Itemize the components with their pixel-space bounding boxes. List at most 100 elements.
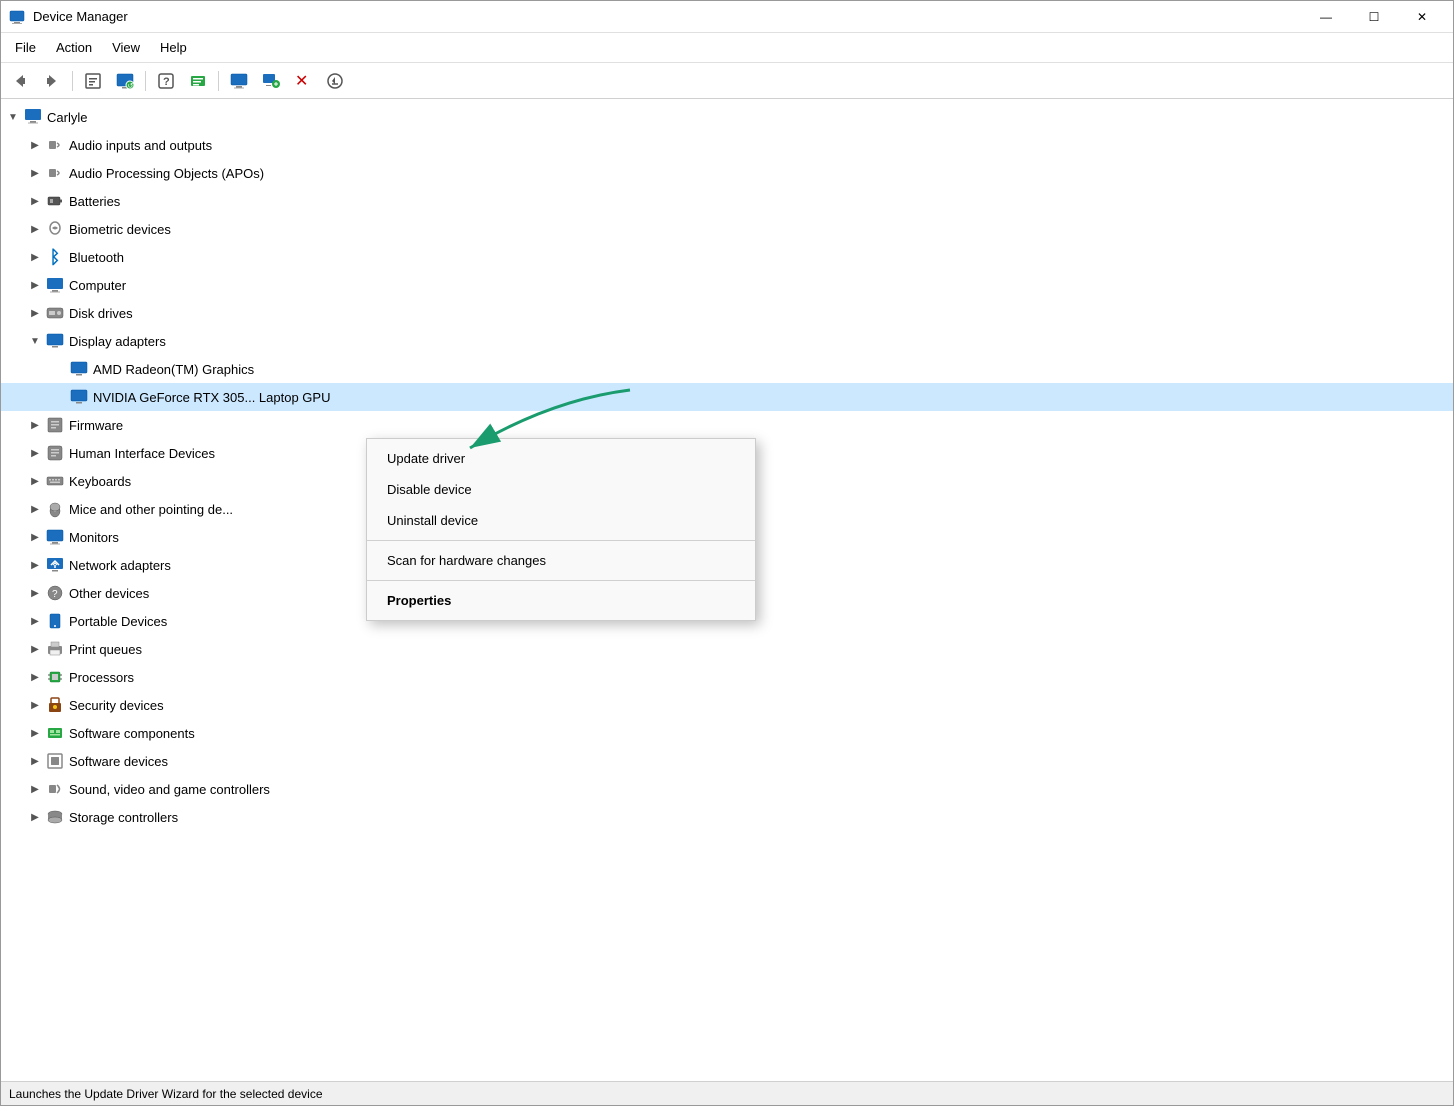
toolbar-remove-device-button[interactable]: ✕ — [288, 67, 318, 95]
toolbar: ↺ ? — [1, 63, 1453, 99]
toolbar-scan-button[interactable]: ↺ — [110, 67, 140, 95]
print-icon — [45, 639, 65, 659]
sw-devices-expander[interactable]: ▶ — [25, 751, 45, 771]
storage-expander[interactable]: ▶ — [25, 807, 45, 827]
tree-item-biometric[interactable]: ▶ Biometric devices — [1, 215, 1453, 243]
tree-item-nvidia-gpu[interactable]: ▶ NVIDIA GeForce RTX 305... Laptop GPU — [1, 383, 1453, 411]
mice-label: Mice and other pointing de... — [69, 502, 233, 517]
menu-help[interactable]: Help — [150, 36, 197, 59]
menu-action[interactable]: Action — [46, 36, 102, 59]
display-icon — [45, 331, 65, 351]
audio-apo-label: Audio Processing Objects (APOs) — [69, 166, 264, 181]
ctx-update-driver[interactable]: Update driver — [367, 443, 755, 474]
tree-item-sw-devices[interactable]: ▶ Software devices — [1, 747, 1453, 775]
minimize-button[interactable]: — — [1303, 1, 1349, 33]
audio-io-expander[interactable]: ▶ — [25, 135, 45, 155]
monitors-label: Monitors — [69, 530, 119, 545]
sw-devices-icon — [45, 751, 65, 771]
nvidia-label: NVIDIA GeForce RTX 305... Laptop GPU — [93, 390, 330, 405]
menu-view[interactable]: View — [102, 36, 150, 59]
sound-icon — [45, 779, 65, 799]
other-icon: ? — [45, 583, 65, 603]
tree-item-computer[interactable]: ▶ Computer — [1, 271, 1453, 299]
svg-text:↺: ↺ — [128, 83, 134, 90]
display-label: Display adapters — [69, 334, 166, 349]
portable-expander[interactable]: ▶ — [25, 611, 45, 631]
toolbar-back-button[interactable] — [5, 67, 35, 95]
print-expander[interactable]: ▶ — [25, 639, 45, 659]
sound-expander[interactable]: ▶ — [25, 779, 45, 799]
tree-item-disk[interactable]: ▶ Disk drives — [1, 299, 1453, 327]
hid-expander[interactable]: ▶ — [25, 443, 45, 463]
root-label: Carlyle — [47, 110, 87, 125]
menu-file[interactable]: File — [5, 36, 46, 59]
bluetooth-expander[interactable]: ▶ — [25, 247, 45, 267]
computer-icon — [45, 275, 65, 295]
maximize-button[interactable]: ☐ — [1351, 1, 1397, 33]
toolbar-forward-button[interactable] — [37, 67, 67, 95]
storage-label: Storage controllers — [69, 810, 178, 825]
computer-expander[interactable]: ▶ — [25, 275, 45, 295]
firmware-expander[interactable]: ▶ — [25, 415, 45, 435]
toolbar-sep-1 — [72, 71, 73, 91]
bluetooth-label: Bluetooth — [69, 250, 124, 265]
ctx-uninstall-device[interactable]: Uninstall device — [367, 505, 755, 536]
tree-item-storage[interactable]: ▶ Storage controllers — [1, 803, 1453, 831]
portable-icon — [45, 611, 65, 631]
mice-expander[interactable]: ▶ — [25, 499, 45, 519]
tree-root[interactable]: ▼ Carlyle — [1, 103, 1453, 131]
tree-item-batteries[interactable]: ▶ Batteries — [1, 187, 1453, 215]
add-device-icon — [262, 72, 280, 90]
processors-expander[interactable]: ▶ — [25, 667, 45, 687]
network-expander[interactable]: ▶ — [25, 555, 45, 575]
toolbar-add-device-button[interactable] — [256, 67, 286, 95]
monitors-icon — [45, 527, 65, 547]
tree-item-processors[interactable]: ▶ Processors — [1, 663, 1453, 691]
tree-item-firmware[interactable]: ▶ Firmware — [1, 411, 1453, 439]
biometric-expander[interactable]: ▶ — [25, 219, 45, 239]
hid-icon — [45, 443, 65, 463]
display-expander[interactable]: ▼ — [25, 331, 45, 351]
biometric-icon — [45, 219, 65, 239]
ctx-disable-device[interactable]: Disable device — [367, 474, 755, 505]
toolbar-properties-button[interactable] — [78, 67, 108, 95]
tree-item-audio-apo[interactable]: ▶ Audio Processing Objects (APOs) — [1, 159, 1453, 187]
title-bar-left: Device Manager — [9, 9, 128, 25]
root-expander[interactable]: ▼ — [3, 107, 23, 127]
close-button[interactable]: ✕ — [1399, 1, 1445, 33]
monitors-expander[interactable]: ▶ — [25, 527, 45, 547]
sound-label: Sound, video and game controllers — [69, 782, 270, 797]
tree-item-security[interactable]: ▶ Security devices — [1, 691, 1453, 719]
ctx-scan-hardware[interactable]: Scan for hardware changes — [367, 545, 755, 576]
keyboards-expander[interactable]: ▶ — [25, 471, 45, 491]
tree-item-bluetooth[interactable]: ▶ ᛒ Bluetooth — [1, 243, 1453, 271]
window-title: Device Manager — [33, 9, 128, 24]
firmware-icon — [45, 415, 65, 435]
audio-io-label: Audio inputs and outputs — [69, 138, 212, 153]
toolbar-download-button[interactable] — [320, 67, 350, 95]
audio-apo-expander[interactable]: ▶ — [25, 163, 45, 183]
tree-item-display[interactable]: ▼ Display adapters — [1, 327, 1453, 355]
svg-text:?: ? — [52, 589, 58, 600]
sw-components-expander[interactable]: ▶ — [25, 723, 45, 743]
toolbar-computer-button[interactable] — [224, 67, 254, 95]
tree-item-amd-gpu[interactable]: ▶ AMD Radeon(TM) Graphics — [1, 355, 1453, 383]
hid-label: Human Interface Devices — [69, 446, 215, 461]
status-bar: Launches the Update Driver Wizard for th… — [1, 1081, 1453, 1105]
tree-item-audio-io[interactable]: ▶ Audio inputs and outputs — [1, 131, 1453, 159]
toolbar-show-hidden-button[interactable] — [183, 67, 213, 95]
toolbar-help-button[interactable]: ? — [151, 67, 181, 95]
disk-expander[interactable]: ▶ — [25, 303, 45, 323]
biometric-label: Biometric devices — [69, 222, 171, 237]
security-expander[interactable]: ▶ — [25, 695, 45, 715]
network-label: Network adapters — [69, 558, 171, 573]
tree-item-print[interactable]: ▶ Print queues — [1, 635, 1453, 663]
batteries-expander[interactable]: ▶ — [25, 191, 45, 211]
tree-item-sound[interactable]: ▶ Sound, video and game controllers — [1, 775, 1453, 803]
ctx-properties[interactable]: Properties — [367, 585, 755, 616]
properties-icon — [84, 72, 102, 90]
scan-icon: ↺ — [116, 72, 134, 90]
tree-item-sw-components[interactable]: ▶ Software components — [1, 719, 1453, 747]
mice-icon — [45, 499, 65, 519]
other-expander[interactable]: ▶ — [25, 583, 45, 603]
